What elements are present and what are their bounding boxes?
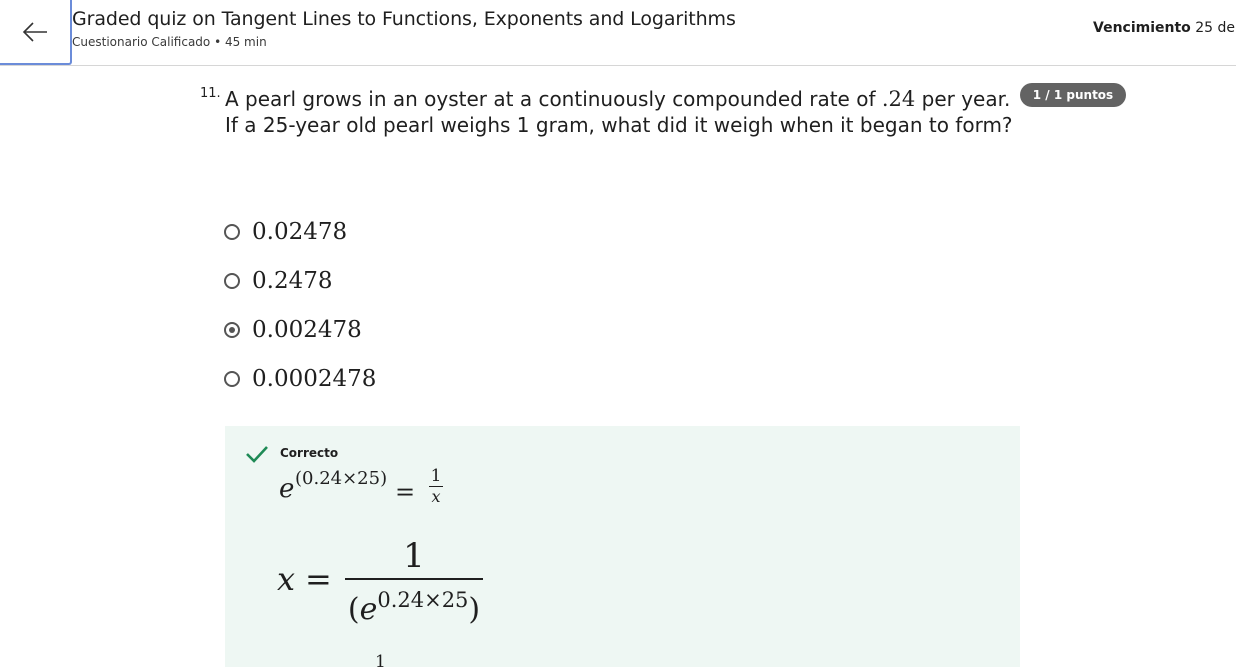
eq2-lhs: x xyxy=(277,560,296,598)
option-label: 0.002478 xyxy=(252,317,362,343)
due-value: 25 de oc xyxy=(1195,20,1236,36)
radio-button[interactable] xyxy=(224,371,240,387)
eq1-denominator: x xyxy=(431,487,441,506)
eq1-numerator: 1 xyxy=(430,466,442,486)
equation-3-numerator: 1 xyxy=(375,652,386,667)
eq1-exponent: (0.24×25) xyxy=(295,468,388,489)
question-rate: .24 xyxy=(881,87,916,111)
eq2-paren-close: ) xyxy=(468,592,481,627)
eq2-equals: = xyxy=(305,560,332,598)
due-label: Vencimiento xyxy=(1093,20,1191,36)
option-label: 0.0002478 xyxy=(252,366,377,392)
eq1-base: e xyxy=(279,474,295,504)
question-number: 11. xyxy=(200,86,221,101)
radio-button[interactable] xyxy=(224,273,240,289)
eq1-equals: = xyxy=(395,478,416,506)
feedback-status: Correcto xyxy=(280,446,339,460)
checkmark-icon xyxy=(246,446,268,463)
back-button[interactable] xyxy=(0,0,72,65)
eq2-numerator: 1 xyxy=(403,536,425,576)
answer-option[interactable]: 0.002478 xyxy=(224,310,524,350)
arrow-left-icon xyxy=(22,21,47,42)
quiz-page: Graded quiz on Tangent Lines to Function… xyxy=(0,0,1236,667)
option-label: 0.02478 xyxy=(252,219,348,245)
eq2-den-exponent: 0.24×25 xyxy=(377,588,469,612)
feedback-panel: Correcto e (0.24×25) = 1 x x = 1 (e0.24×… xyxy=(225,426,1020,667)
question-text: A pearl grows in an oyster at a continuo… xyxy=(225,86,1015,138)
quiz-title: Graded quiz on Tangent Lines to Function… xyxy=(72,8,736,30)
answer-option[interactable]: 0.02478 xyxy=(224,212,524,252)
due-date: Vencimiento 25 de oc xyxy=(1093,20,1236,36)
answer-option[interactable]: 0.0002478 xyxy=(224,359,524,399)
answer-option[interactable]: 0.2478 xyxy=(224,261,524,301)
question-text-before: A pearl grows in an oyster at a continuo… xyxy=(225,87,882,111)
eq2-fraction: 1 (e0.24×25) xyxy=(345,534,483,630)
radio-button-selected[interactable] xyxy=(224,322,240,338)
eq1-fraction: 1 x xyxy=(429,466,443,507)
header-bar: Graded quiz on Tangent Lines to Function… xyxy=(0,0,1236,66)
eq2-denominator: (e0.24×25) xyxy=(345,580,483,630)
eq2-paren-open: ( xyxy=(347,592,360,627)
eq2-den-base: e xyxy=(359,592,378,627)
points-badge: 1 / 1 puntos xyxy=(1020,83,1126,107)
radio-button[interactable] xyxy=(224,224,240,240)
quiz-meta: Cuestionario Calificado • 45 min xyxy=(72,35,267,49)
option-label: 0.2478 xyxy=(252,268,333,294)
